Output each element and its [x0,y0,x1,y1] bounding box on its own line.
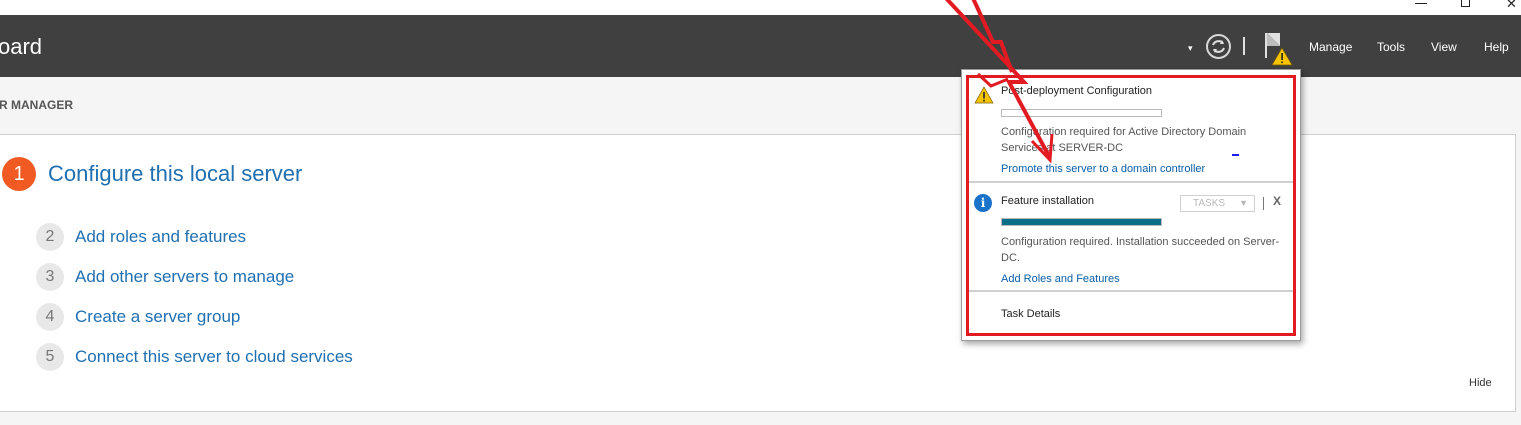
menu-view[interactable]: View [1431,40,1457,54]
step-number-5: 5 [36,343,64,371]
create-server-group-link[interactable]: Create a server group [75,307,240,327]
step-number-4: 4 [36,303,64,331]
step-number-2: 2 [36,223,64,251]
menu-help[interactable]: Help [1484,40,1509,54]
add-servers-link[interactable]: Add other servers to manage [75,267,294,287]
annotation-mark [1232,154,1239,156]
refresh-icon[interactable] [1206,34,1231,59]
connect-cloud-link[interactable]: Connect this server to cloud services [75,347,353,367]
header-bar: oard ▾ Manage Tools View Help [0,15,1521,77]
add-roles-link[interactable]: Add roles and features [75,227,246,247]
chevron-down-icon[interactable]: ▾ [1188,43,1193,54]
notification-flag-icon[interactable] [1263,30,1295,66]
minimize-icon[interactable] [1415,3,1427,4]
menu-manage[interactable]: Manage [1309,40,1352,54]
menu-tools[interactable]: Tools [1377,40,1405,54]
annotation-highlight-box [966,75,1296,336]
window-titlebar: ✕ [0,0,1521,15]
close-icon[interactable]: ✕ [1506,0,1517,11]
configure-local-server-link[interactable]: Configure this local server [48,161,302,187]
step-number-3: 3 [36,263,64,291]
warning-icon [1271,47,1293,66]
header-separator [1243,37,1245,55]
page-title: oard [0,34,43,59]
section-title: R MANAGER [0,98,73,112]
maximize-icon[interactable] [1461,0,1470,7]
step-number-1: 1 [2,157,36,191]
hide-link[interactable]: Hide [1469,377,1492,389]
